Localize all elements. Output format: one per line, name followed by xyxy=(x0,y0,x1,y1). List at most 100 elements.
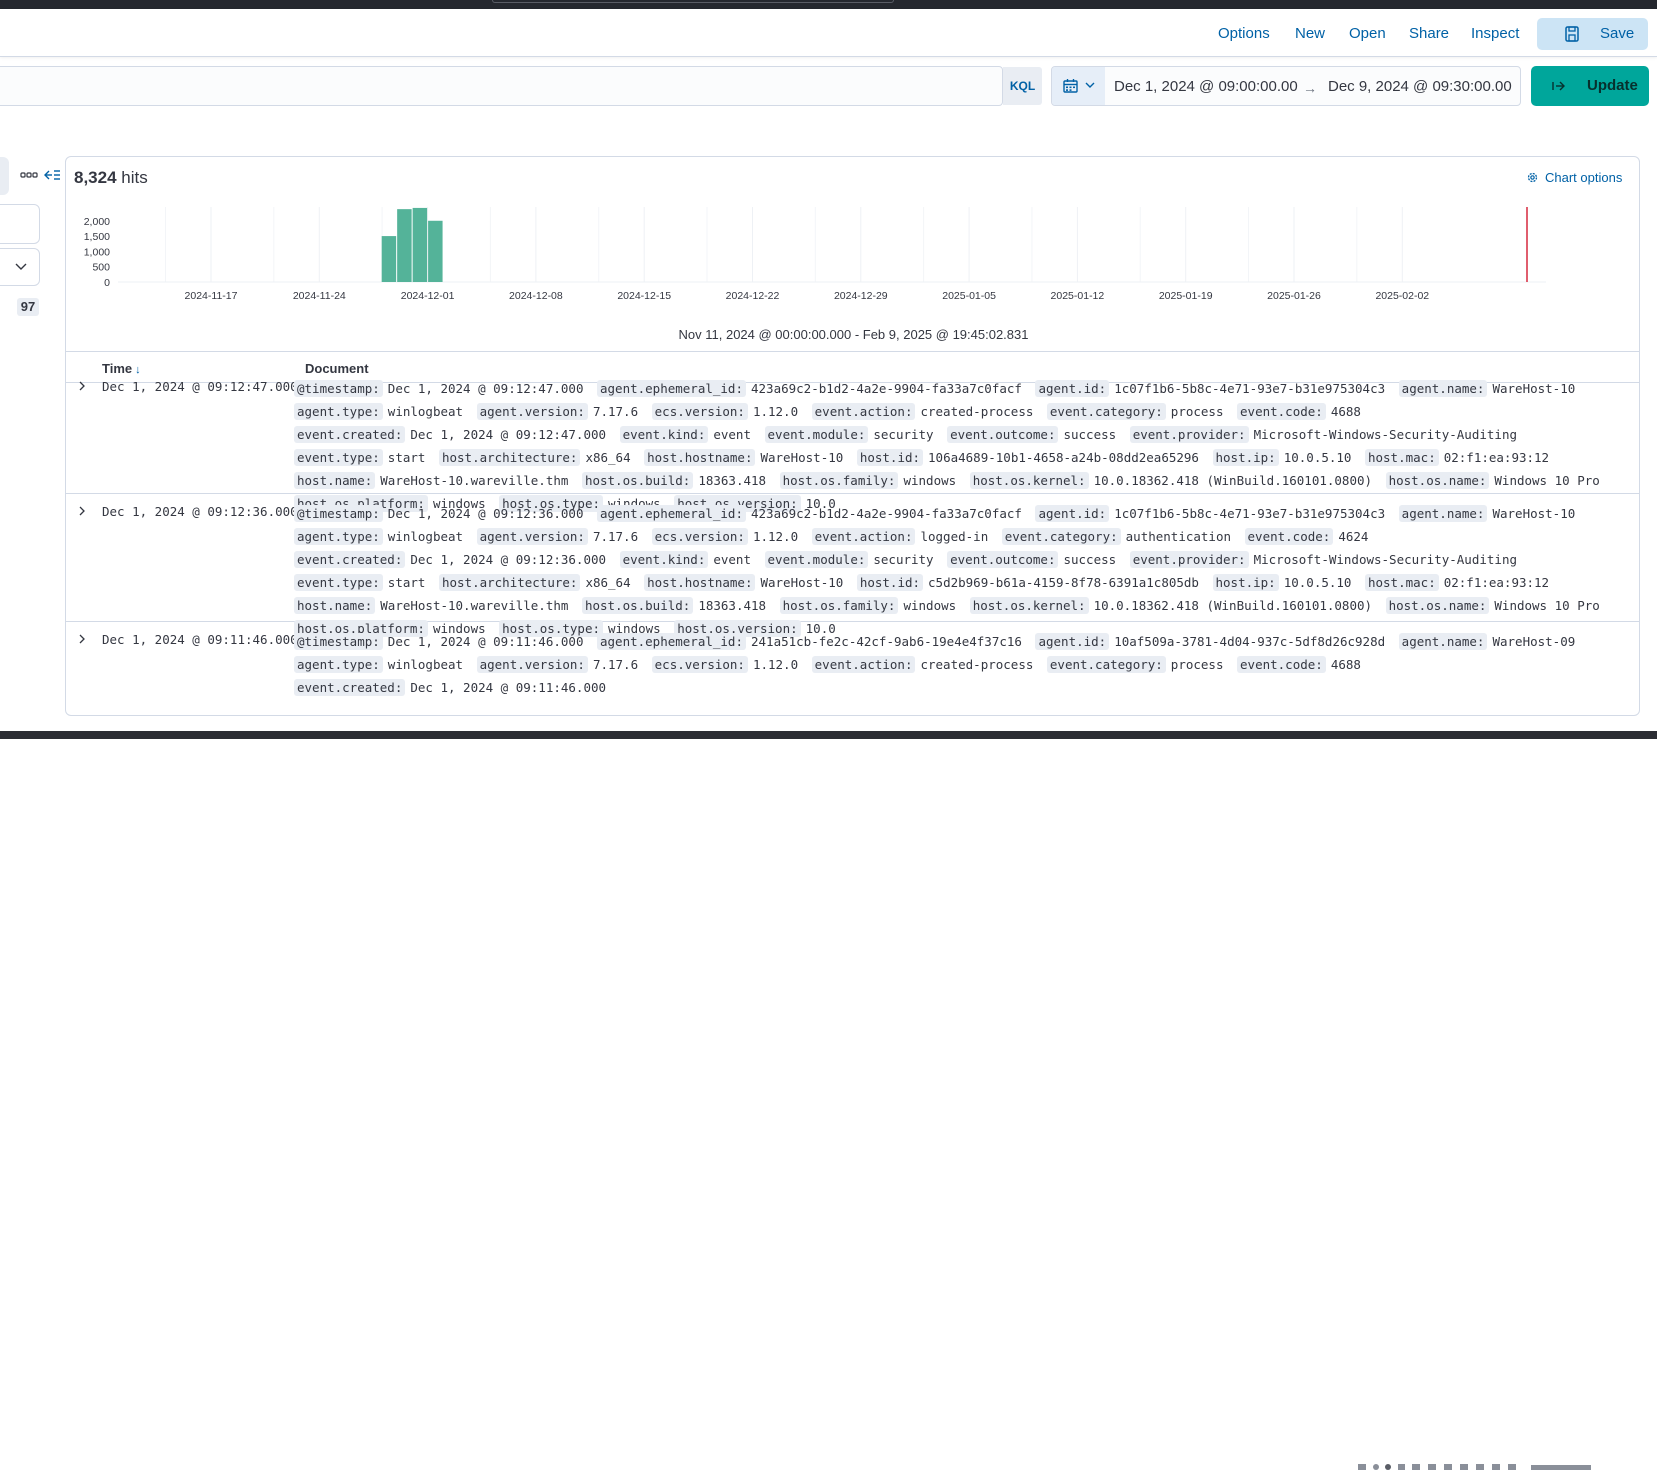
sidebar-index-pattern[interactable] xyxy=(0,157,9,195)
field-value: 10.0.18362.418 (WinBuild.160101.0800) xyxy=(1093,473,1373,488)
field-key[interactable]: agent.name: xyxy=(1398,633,1488,650)
expand-row-icon[interactable] xyxy=(78,634,86,644)
field-key[interactable]: agent.id: xyxy=(1035,505,1110,522)
field-value: 423a69c2-b1d2-4a2e-9904-fa33a7c0facf xyxy=(751,381,1022,396)
quick-select-button[interactable] xyxy=(1052,67,1105,105)
field-key[interactable]: host.name: xyxy=(294,597,376,614)
update-button[interactable]: Update xyxy=(1531,66,1649,106)
field-key[interactable]: event.module: xyxy=(764,426,869,443)
field-key[interactable]: agent.version: xyxy=(476,528,588,545)
document-field: event.kind: event xyxy=(619,426,751,443)
field-key[interactable]: host.os.family: xyxy=(779,597,899,614)
field-key[interactable]: @timestamp: xyxy=(294,505,383,522)
field-key[interactable]: host.ip: xyxy=(1212,449,1279,466)
histogram-bar[interactable] xyxy=(381,236,397,282)
field-key[interactable]: event.kind: xyxy=(619,551,709,568)
table-row[interactable]: Dec 1, 2024 @ 09:12:36.000 @timestamp: Dec… xyxy=(66,494,1639,637)
share-menu-link[interactable]: Share xyxy=(1409,25,1449,42)
field-key[interactable]: host.architecture: xyxy=(438,574,581,591)
field-key[interactable]: event.module: xyxy=(764,551,869,568)
document-field: agent.type: winlogbeat xyxy=(294,656,463,673)
field-key[interactable]: agent.ephemeral_id: xyxy=(597,380,746,397)
expand-row-icon[interactable] xyxy=(78,506,86,516)
field-key[interactable]: host.id: xyxy=(856,574,924,591)
chart-options-button[interactable]: Chart options xyxy=(1526,170,1622,185)
table-row[interactable]: Dec 1, 2024 @ 09:12:47.000 @timestamp: Dec… xyxy=(66,369,1639,512)
field-key[interactable]: host.os.build: xyxy=(581,597,694,614)
field-key[interactable]: agent.type: xyxy=(294,656,383,673)
field-key[interactable]: event.code: xyxy=(1237,656,1326,673)
field-key[interactable]: event.provider: xyxy=(1129,426,1249,443)
field-key[interactable]: agent.id: xyxy=(1035,380,1110,397)
field-key[interactable]: event.created: xyxy=(294,679,406,696)
save-button[interactable]: Save xyxy=(1537,18,1648,50)
field-key[interactable]: event.created: xyxy=(294,426,406,443)
inspect-menu-link[interactable]: Inspect xyxy=(1471,25,1519,42)
new-menu-link[interactable]: New xyxy=(1295,25,1325,42)
more-options-icon[interactable] xyxy=(20,171,38,179)
row-document: @timestamp: Dec 1, 2024 @ 09:11:46.000 ag… xyxy=(294,630,1634,699)
field-key[interactable]: host.name: xyxy=(294,472,376,489)
kql-language-button[interactable]: KQL xyxy=(1003,67,1042,105)
open-menu-link[interactable]: Open xyxy=(1349,25,1386,42)
query-input[interactable] xyxy=(0,66,1003,106)
histogram-bar[interactable] xyxy=(428,220,443,282)
field-key[interactable]: @timestamp: xyxy=(294,633,383,650)
document-field: event.module: security xyxy=(764,551,934,568)
histogram-bar[interactable] xyxy=(397,209,412,282)
field-key[interactable]: event.category: xyxy=(1001,528,1121,545)
field-key[interactable]: host.ip: xyxy=(1212,574,1279,591)
field-key[interactable]: event.action: xyxy=(811,528,916,545)
field-key[interactable]: event.kind: xyxy=(619,426,709,443)
field-key[interactable]: event.created: xyxy=(294,551,406,568)
field-key[interactable]: host.os.build: xyxy=(581,472,694,489)
collapse-sidebar-icon[interactable] xyxy=(44,168,60,182)
global-search-field[interactable] xyxy=(492,0,894,3)
sidebar-search-field[interactable] xyxy=(0,204,40,244)
end-date[interactable]: Dec 9, 2024 @ 09:30:00.00 xyxy=(1328,78,1512,95)
field-key[interactable]: agent.id: xyxy=(1035,633,1110,650)
field-key[interactable]: ecs.version: xyxy=(651,528,748,545)
field-key[interactable]: host.mac: xyxy=(1364,449,1439,466)
field-key[interactable]: host.os.kernel: xyxy=(969,597,1089,614)
field-key[interactable]: agent.version: xyxy=(476,656,588,673)
field-key[interactable]: host.mac: xyxy=(1364,574,1439,591)
field-key[interactable]: agent.type: xyxy=(294,528,383,545)
field-key[interactable]: host.os.name: xyxy=(1385,472,1490,489)
options-menu-link[interactable]: Options xyxy=(1218,25,1270,42)
field-key[interactable]: host.id: xyxy=(856,449,924,466)
field-key[interactable]: host.hostname: xyxy=(644,574,756,591)
field-key[interactable]: ecs.version: xyxy=(651,403,748,420)
field-value: 4624 xyxy=(1338,529,1369,544)
field-key[interactable]: agent.version: xyxy=(476,403,588,420)
field-key[interactable]: agent.ephemeral_id: xyxy=(597,505,746,522)
field-value: process xyxy=(1170,404,1224,419)
field-key[interactable]: event.action: xyxy=(811,403,916,420)
expand-row-icon[interactable] xyxy=(78,381,86,391)
field-key[interactable]: event.code: xyxy=(1237,403,1326,420)
field-key[interactable]: event.code: xyxy=(1244,528,1334,545)
field-key[interactable]: agent.type: xyxy=(294,403,383,420)
start-date[interactable]: Dec 1, 2024 @ 09:00:00.00 xyxy=(1114,78,1298,95)
table-row[interactable]: Dec 1, 2024 @ 09:11:46.000 @timestamp: Dec… xyxy=(66,622,1639,715)
field-key[interactable]: event.category: xyxy=(1046,403,1166,420)
field-key[interactable]: event.outcome: xyxy=(947,426,1059,443)
field-key[interactable]: host.hostname: xyxy=(644,449,756,466)
field-key[interactable]: host.os.name: xyxy=(1385,597,1490,614)
field-key[interactable]: event.category: xyxy=(1046,656,1166,673)
field-key[interactable]: host.os.family: xyxy=(779,472,899,489)
field-key[interactable]: event.type: xyxy=(294,574,383,591)
field-key[interactable]: agent.name: xyxy=(1398,505,1488,522)
field-key[interactable]: agent.name: xyxy=(1398,380,1488,397)
field-key[interactable]: @timestamp: xyxy=(294,380,383,397)
field-key[interactable]: host.os.kernel: xyxy=(969,472,1089,489)
field-key[interactable]: event.action: xyxy=(811,656,916,673)
field-key[interactable]: host.architecture: xyxy=(438,449,581,466)
field-key[interactable]: event.outcome: xyxy=(947,551,1059,568)
field-key[interactable]: ecs.version: xyxy=(651,656,748,673)
field-key[interactable]: event.provider: xyxy=(1129,551,1249,568)
field-key[interactable]: agent.ephemeral_id: xyxy=(597,633,746,650)
histogram-bar[interactable] xyxy=(412,207,428,282)
field-key[interactable]: event.type: xyxy=(294,449,383,466)
sidebar-filter-dropdown[interactable] xyxy=(0,248,40,286)
